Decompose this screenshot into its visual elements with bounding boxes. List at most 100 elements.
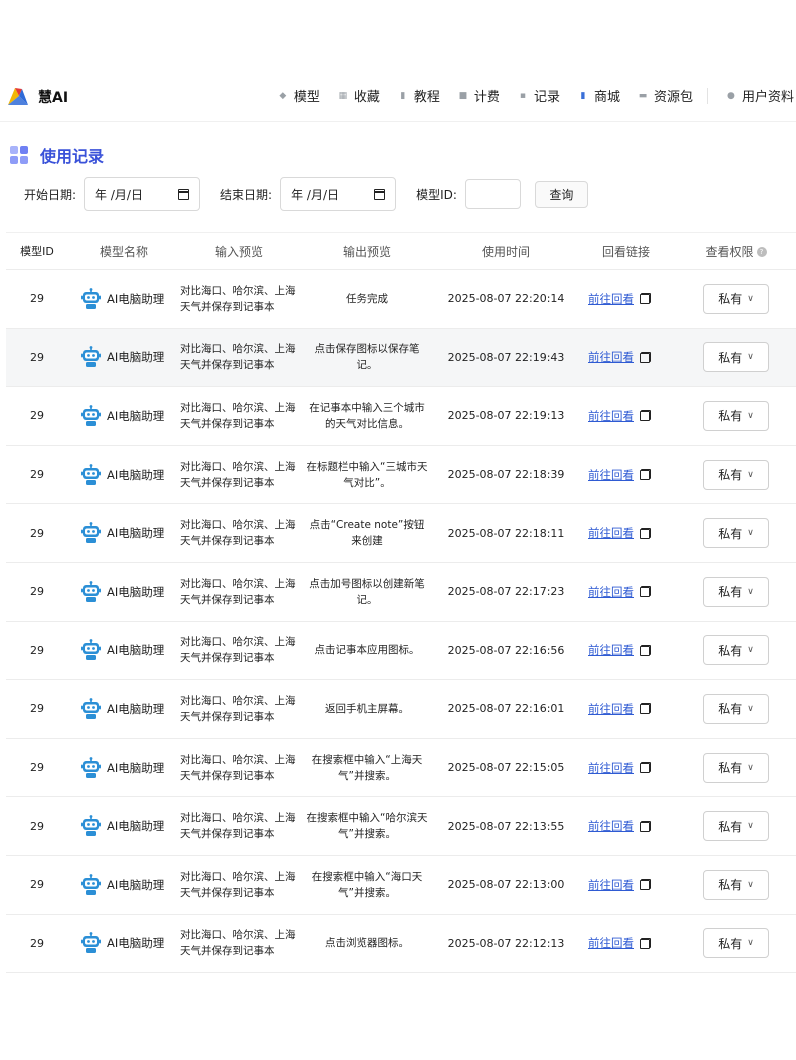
copy-icon[interactable] xyxy=(640,410,651,422)
calendar-icon[interactable] xyxy=(374,188,386,200)
replay-link[interactable]: 前往回看 xyxy=(588,642,634,658)
chevron-down-icon: ∨ xyxy=(747,821,754,832)
nav-item-records[interactable]: ▪ 记录 xyxy=(518,86,560,105)
permission-select[interactable]: 私有 ∨ xyxy=(703,283,769,314)
cell-model-id: 29 xyxy=(30,936,44,950)
cell-usage-time: 2025-08-07 22:19:13 xyxy=(447,409,565,423)
replay-link[interactable]: 前往回看 xyxy=(588,291,634,307)
replay-link[interactable]: 前往回看 xyxy=(588,525,634,541)
copy-icon[interactable] xyxy=(640,879,651,891)
cell-input-preview: 对比海口、哈尔滨、上海天气并保存到记事本 xyxy=(180,284,296,313)
permission-select[interactable]: 私有 ∨ xyxy=(703,869,769,900)
bill-icon: ■ xyxy=(458,90,468,101)
permission-select[interactable]: 私有 ∨ xyxy=(703,518,769,549)
replay-link[interactable]: 前往回看 xyxy=(588,584,634,600)
permission-select[interactable]: 私有 ∨ xyxy=(703,811,769,842)
chevron-down-icon: ∨ xyxy=(747,293,754,304)
help-icon[interactable]: ? xyxy=(756,247,767,257)
header-replay-link: 回看链接 xyxy=(601,244,650,259)
cell-permission: 私有 ∨ xyxy=(676,869,796,900)
replay-link[interactable]: 前往回看 xyxy=(588,467,634,483)
copy-icon[interactable] xyxy=(640,644,651,656)
copy-icon[interactable] xyxy=(640,762,651,774)
cell-usage-time: 2025-08-07 22:18:39 xyxy=(447,468,565,482)
permission-select[interactable]: 私有 ∨ xyxy=(703,459,769,490)
filter-bar: 开始日期: 年 /月/日 结束日期: 年 /月/日 模型ID: 查询 xyxy=(24,177,588,211)
nav-item-billing[interactable]: ■ 计费 xyxy=(458,86,500,105)
permission-select[interactable]: 私有 ∨ xyxy=(703,576,769,607)
permission-select[interactable]: 私有 ∨ xyxy=(703,342,769,373)
header-usage-time: 使用时间 xyxy=(481,244,530,259)
brand-logo-icon[interactable] xyxy=(6,84,30,108)
model-id-input[interactable] xyxy=(464,179,521,209)
robot-icon xyxy=(81,756,101,778)
cell-model-id: 29 xyxy=(30,702,44,716)
cell-usage-time: 2025-08-07 22:16:01 xyxy=(447,702,565,716)
replay-link[interactable]: 前往回看 xyxy=(588,818,634,834)
replay-link[interactable]: 前往回看 xyxy=(588,935,634,951)
grid-icon: ▦ xyxy=(338,90,348,101)
model-name-text: AI电脑助理 xyxy=(107,291,165,306)
permission-select[interactable]: 私有 ∨ xyxy=(703,400,769,431)
permission-select[interactable]: 私有 ∨ xyxy=(703,693,769,724)
nav-item-favorites[interactable]: ▦ 收藏 xyxy=(338,86,380,105)
model-name-text: AI电脑助理 xyxy=(107,350,165,365)
brand-name[interactable]: 慧AI xyxy=(38,87,68,107)
cell-output-preview: 在记事本中输入三个城市的天气对比信息。 xyxy=(309,401,425,430)
copy-icon[interactable] xyxy=(640,351,651,363)
chevron-down-icon: ∨ xyxy=(747,469,754,480)
copy-icon[interactable] xyxy=(640,703,651,715)
nav-label: 模型 xyxy=(293,90,320,105)
permission-value: 私有 xyxy=(718,350,743,365)
nav-item-packages[interactable]: ▬ 资源包 xyxy=(638,86,693,105)
copy-icon[interactable] xyxy=(640,469,651,481)
nav-item-profile[interactable]: ● 用户资料 xyxy=(726,86,794,105)
cell-model-name: AI电脑助理 xyxy=(68,815,180,837)
permission-select[interactable]: 私有 ∨ xyxy=(703,928,769,959)
cell-model-name: AI电脑助理 xyxy=(68,463,180,486)
user-icon: ● xyxy=(727,90,735,101)
robot-icon xyxy=(81,287,101,309)
replay-link[interactable]: 前往回看 xyxy=(588,701,634,717)
copy-icon[interactable] xyxy=(640,937,651,949)
query-button[interactable]: 查询 xyxy=(534,180,588,208)
model-name-text: AI电脑助理 xyxy=(107,877,165,892)
nav-label: 记录 xyxy=(533,90,560,105)
dashboard-icon xyxy=(10,146,30,164)
nav-item-store[interactable]: ▮ 商城 xyxy=(578,86,620,105)
cell-model-id: 29 xyxy=(30,819,44,833)
replay-link[interactable]: 前往回看 xyxy=(588,349,634,365)
copy-icon[interactable] xyxy=(640,586,651,598)
cell-replay-link: 前往回看 xyxy=(576,525,676,541)
permission-select[interactable]: 私有 ∨ xyxy=(703,752,769,783)
copy-icon[interactable] xyxy=(640,820,651,832)
header-perm-label: 查看权限 xyxy=(705,244,754,259)
model-name-text: AI电脑助理 xyxy=(107,467,165,482)
replay-link[interactable]: 前往回看 xyxy=(588,877,634,893)
chevron-down-icon: ∨ xyxy=(747,410,754,421)
permission-value: 私有 xyxy=(718,761,743,776)
cell-usage-time: 2025-08-07 22:19:43 xyxy=(447,350,565,364)
copy-icon[interactable] xyxy=(640,293,651,305)
cell-permission: 私有 ∨ xyxy=(676,400,796,431)
end-date-input[interactable]: 年 /月/日 xyxy=(280,177,397,211)
nav-label: 计费 xyxy=(473,90,500,105)
header-model-id: 模型ID xyxy=(20,245,54,258)
table-row: 29 AI电脑助理 对比海口、哈尔滨、上海天气并保存到记事本 在搜索框中输入“上海天气… xyxy=(6,739,796,798)
cell-replay-link: 前往回看 xyxy=(576,349,676,365)
calendar-icon[interactable] xyxy=(178,188,190,200)
cell-replay-link: 前往回看 xyxy=(576,408,676,424)
cell-input-preview: 对比海口、哈尔滨、上海天气并保存到记事本 xyxy=(180,870,296,899)
top-header: 慧AI ◆ 模型 ▦ 收藏 ▮ 教程 ■ 计费 ▪ 记录 ▮ 商城 ▬ 资源包 ● 用户资料 xyxy=(0,78,796,118)
nav-item-tutorials[interactable]: ▮ 教程 xyxy=(398,86,440,105)
replay-link[interactable]: 前往回看 xyxy=(588,408,634,424)
header-view-permission: 查看权限? xyxy=(676,243,796,260)
nav-item-models[interactable]: ◆ 模型 xyxy=(278,86,320,105)
cell-output-preview: 在搜索框中输入“海口天气”并搜索。 xyxy=(311,870,423,899)
permission-select[interactable]: 私有 ∨ xyxy=(703,635,769,666)
cell-usage-time: 2025-08-07 22:17:23 xyxy=(447,585,565,599)
start-date-input[interactable]: 年 /月/日 xyxy=(84,177,201,211)
copy-icon[interactable] xyxy=(640,527,651,539)
replay-link[interactable]: 前往回看 xyxy=(588,760,634,776)
table-row: 29 AI电脑助理 对比海口、哈尔滨、上海天气并保存到记事本 在搜索框中输入“哈尔滨天… xyxy=(6,797,796,856)
